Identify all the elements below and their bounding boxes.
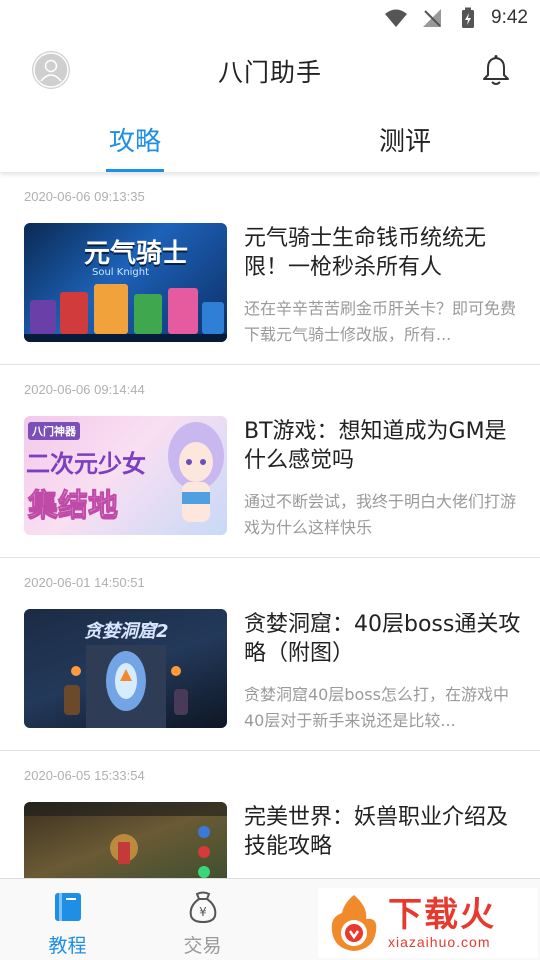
item-thumbnail[interactable]: 贪婪洞窟2 <box>24 609 227 728</box>
bell-icon <box>483 55 509 85</box>
watermark-cn: 下载火 <box>388 895 496 935</box>
item-description: 还在辛辛苦苦刷金币肝关卡？即可免费下载元气骑士修改版，所有... <box>244 299 517 344</box>
svg-text:¥: ¥ <box>199 905 207 919</box>
nav-label: 教程 <box>48 935 87 957</box>
user-icon <box>33 52 69 88</box>
tab-reviews[interactable]: 测评 <box>270 106 540 172</box>
wifi-icon <box>383 5 409 31</box>
status-time: 9:42 <box>491 7 528 28</box>
nav-label: 交易 <box>183 935 222 957</box>
thumbnail-title-2: 集结地 <box>28 488 119 524</box>
watermark-logo: 下载火 xiazaihuo.com <box>318 888 538 958</box>
nav-item-tutorial[interactable]: 教程 <box>0 879 135 960</box>
list-item[interactable]: 2020-06-05 15:33:54 完美世界：妖兽职业介绍及技能攻略 <box>0 751 540 878</box>
item-date: 2020-06-06 09:13:35 <box>24 189 145 204</box>
flame-logo-icon <box>331 895 377 951</box>
game-scene-art <box>24 802 227 878</box>
item-title: 完美世界：妖兽职业介绍及技能攻略 <box>244 805 509 859</box>
avatar[interactable] <box>32 51 70 89</box>
tab-label: 测评 <box>378 126 431 157</box>
app-header: 八门助手 <box>0 36 540 106</box>
item-thumbnail[interactable] <box>24 802 227 878</box>
item-description: 贪婪洞窟40层boss怎么打，在游戏中40层对于新手来说还是比较... <box>244 685 509 730</box>
watermark-en: xiazaihuo.com <box>388 934 491 950</box>
battery-charging-icon <box>455 5 481 31</box>
tab-bar: 攻略 测评 <box>0 106 540 172</box>
no-signal-icon <box>419 5 445 31</box>
book-icon <box>50 889 86 925</box>
thumbnail-title: 元气骑士 <box>84 239 189 269</box>
list-item[interactable]: 2020-06-06 09:13:35 元气骑士 Soul Knight 元气骑… <box>0 172 540 365</box>
watermark-text: 下载火 xiazaihuo.com <box>388 896 496 950</box>
notification-button[interactable] <box>476 50 516 90</box>
thumbnail-subtitle: Soul Knight <box>92 267 150 278</box>
item-title: 贪婪洞窟：40层boss通关攻略（附图） <box>244 612 521 666</box>
article-list[interactable]: 2020-06-06 09:13:35 元气骑士 Soul Knight 元气骑… <box>0 172 540 878</box>
tab-label: 攻略 <box>108 126 161 157</box>
game-characters-art <box>24 284 227 342</box>
item-thumbnail[interactable]: 元气骑士 Soul Knight <box>24 223 227 342</box>
item-title: 元气骑士生命钱币统统无限！一枪秒杀所有人 <box>244 226 487 280</box>
item-title: BT游戏：想知道成为GM是什么感觉吗 <box>244 419 507 473</box>
money-bag-icon: ¥ <box>185 889 221 925</box>
tab-active-indicator <box>106 169 164 172</box>
anime-girl-art <box>168 422 224 522</box>
cave-portal-art <box>64 645 188 728</box>
thumbnail-title: 二次元少女 <box>26 450 146 478</box>
list-item[interactable]: 2020-06-06 09:14:44 八门神器 二次元少女 集结地 BT游戏：… <box>0 365 540 558</box>
status-bar: 9:42 <box>0 0 540 36</box>
tab-guides[interactable]: 攻略 <box>0 106 270 172</box>
item-date: 2020-06-06 09:14:44 <box>24 382 145 397</box>
item-description: 通过不断尝试，我终于明白大佬们打游戏为什么这样快乐 <box>244 492 517 537</box>
list-item[interactable]: 2020-06-01 14:50:51 贪婪洞窟2 贪婪洞窟：40层boss通关… <box>0 558 540 751</box>
nav-item-trade[interactable]: ¥ 交易 <box>135 879 270 960</box>
thumbnail-badge: 八门神器 <box>28 422 80 440</box>
item-date: 2020-06-05 15:33:54 <box>24 768 145 783</box>
page-title: 八门助手 <box>217 58 322 87</box>
item-date: 2020-06-01 14:50:51 <box>24 575 145 590</box>
item-thumbnail[interactable]: 八门神器 二次元少女 集结地 <box>24 416 227 535</box>
